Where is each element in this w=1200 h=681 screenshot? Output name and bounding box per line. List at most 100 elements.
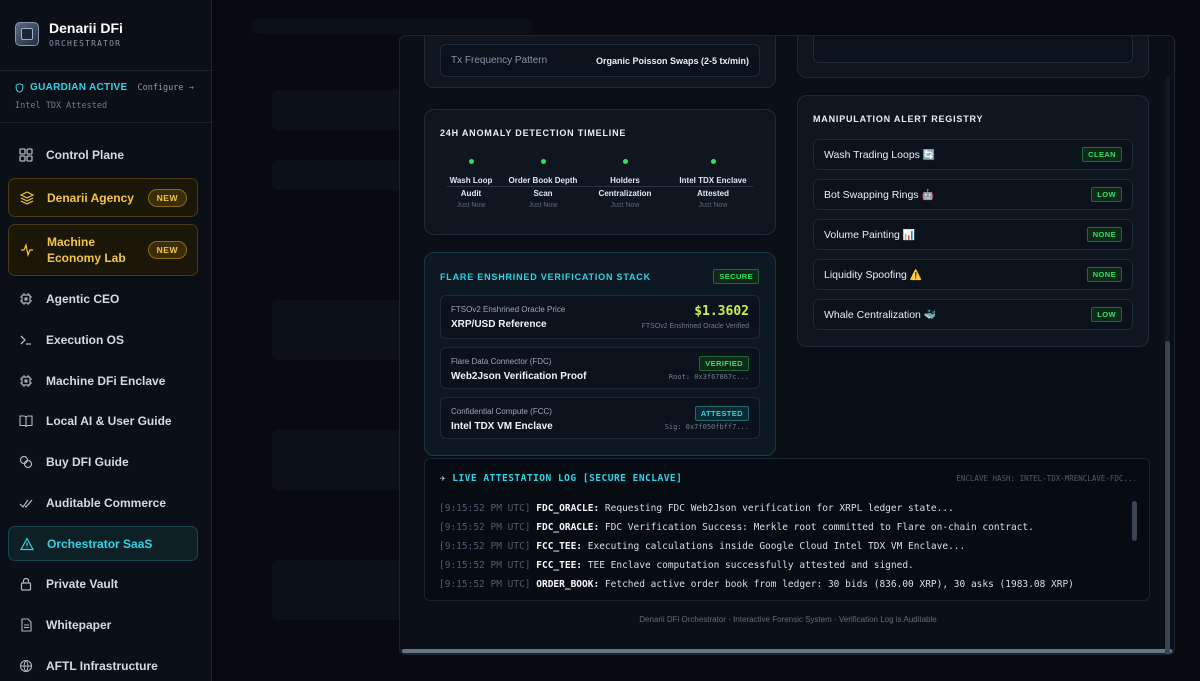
brand-subtitle: ORCHESTRATOR (49, 39, 122, 48)
oracle-price: $1.3602 (694, 304, 749, 319)
sidebar-item-label: Orchestrator SaaS (47, 536, 153, 551)
tx-frequency-label: Tx Frequency Pattern (451, 55, 548, 66)
alert-name: Wash Trading Loops (824, 148, 920, 161)
metrics-panel-right (797, 36, 1149, 78)
oracle-price-box: FTSOv2 Enshrined Oracle Price XRP/USD Re… (440, 295, 760, 339)
shield-icon (15, 82, 24, 93)
alert-row: Bot Swapping Rings 🤖 LOW (813, 179, 1133, 210)
sidebar-item-aftl-infrastructure[interactable]: AFTL Infrastructure (8, 655, 198, 677)
timeline-item: Order Book Depth Scan Just Now (503, 159, 583, 209)
horizontal-scrollbar[interactable] (400, 649, 1174, 654)
fcc-title: Intel TDX VM Enclave (451, 421, 553, 432)
metrics-panel: Tx Frequency Pattern Organic Poisson Swa… (424, 36, 776, 88)
brand[interactable]: Denarii DFi ORCHESTRATOR (15, 20, 123, 48)
alert-level-badge: LOW (1091, 187, 1122, 202)
timeline-label: Scan (533, 189, 553, 198)
timeline-label: Centralization (598, 189, 652, 198)
sidebar-item-machine-economy-lab[interactable]: Machine Economy Lab NEW (8, 224, 198, 276)
alert-row: Wash Trading Loops 🔄 CLEAN (813, 139, 1133, 170)
brand-logo-icon (15, 22, 39, 46)
fdc-root: Root: 0x3f67867c... (668, 373, 749, 381)
timeline-item: Holders Centralization Just Now (585, 159, 665, 209)
alert-registry-panel: MANIPULATION ALERT REGISTRY Wash Trading… (797, 95, 1149, 347)
timeline-time: Just Now (528, 202, 558, 209)
sidebar-item-agentic-ceo[interactable]: Agentic CEO (8, 288, 198, 310)
timeline-time: Just Now (610, 202, 640, 209)
book-icon (18, 413, 34, 429)
sidebar-item-label: Whitepaper (46, 618, 112, 632)
sidebar-item-label: Auditable Commerce (46, 496, 167, 510)
guardian-status: GUARDIAN ACTIVE Configure → Intel TDX At… (15, 82, 194, 111)
sidebar-item-machine-dfi-enclave[interactable]: Machine DFi Enclave (8, 370, 198, 392)
sidebar-item-label: Control Plane (46, 148, 125, 162)
fdc-title: Web2Json Verification Proof (451, 371, 587, 382)
vertical-scrollbar[interactable] (1165, 76, 1170, 654)
chip-icon (18, 291, 34, 307)
repeat-icon: 🔄 (922, 149, 936, 161)
log-line: [9:15:52 PM UTC] FCC_TEE: Executing calc… (439, 541, 966, 552)
anomaly-timeline-panel: 24H ANOMALY DETECTION TIMELINE Wash Loop… (424, 109, 776, 235)
timeline-title: 24H ANOMALY DETECTION TIMELINE (440, 128, 627, 138)
tx-frequency-row: Tx Frequency Pattern Organic Poisson Swa… (440, 44, 760, 77)
sidebar-item-auditable-commerce[interactable]: Auditable Commerce (8, 492, 198, 514)
timeline-label: Intel TDX Enclave (679, 176, 747, 185)
robot-icon: 🤖 (921, 189, 935, 201)
timeline-time: Just Now (456, 202, 486, 209)
document-icon (18, 617, 34, 633)
fcc-box: Confidential Compute (FCC) Intel TDX VM … (440, 397, 760, 439)
log-line: [9:15:52 PM UTC] ORDER_BOOK: Fetched act… (439, 579, 1074, 590)
sidebar-item-label: Denarii Agency (47, 190, 134, 205)
log-title: ✈ LIVE ATTESTATION LOG [SECURE ENCLAVE] (440, 473, 682, 484)
log-line: [9:15:52 PM UTC] FDC_ORACLE: Requesting … (439, 503, 954, 514)
lock-icon (18, 576, 34, 592)
sidebar-item-label: Buy DFI Guide (46, 455, 129, 469)
alert-name: Volume Painting (824, 228, 900, 241)
alert-row: Whale Centralization 🐳 LOW (813, 299, 1133, 330)
divider (0, 122, 211, 123)
satellite-icon: ✈ (440, 473, 447, 484)
pulse-icon (19, 242, 35, 258)
alert-name: Liquidity Spoofing (824, 268, 907, 281)
terminal-icon (18, 332, 34, 348)
sidebar-item-denarii-agency[interactable]: Denarii Agency NEW (8, 178, 198, 217)
modal-footer: Denarii DFi Orchestrator · Interactive F… (639, 615, 937, 624)
layers-icon (19, 190, 35, 206)
alert-row: Liquidity Spoofing ⚠️ NONE (813, 259, 1133, 290)
configure-link[interactable]: Configure → (137, 83, 193, 93)
alert-level-badge: LOW (1091, 307, 1122, 322)
sidebar-item-buy-dfi-guide[interactable]: Buy DFI Guide (8, 451, 198, 473)
sidebar-item-private-vault[interactable]: Private Vault (8, 573, 198, 595)
status-dot (710, 159, 716, 164)
log-scrollbar[interactable] (1132, 501, 1137, 541)
sidebar-item-label: Local AI & User Guide (46, 414, 172, 428)
guardian-active-label: GUARDIAN ACTIVE (30, 82, 128, 93)
verified-badge: VERIFIED (699, 356, 749, 371)
alert-level-badge: NONE (1086, 227, 1122, 242)
check-icon (18, 495, 34, 511)
fcc-signature: Sig: 0x7f050fbff7... (664, 423, 749, 431)
timeline-label: Holders (610, 176, 640, 185)
sidebar-item-control-plane[interactable]: Control Plane (8, 144, 198, 166)
attestation-log[interactable]: ✈ LIVE ATTESTATION LOG [SECURE ENCLAVE] E… (424, 458, 1150, 601)
chip-icon (18, 373, 34, 389)
enclave-hash: ENCLAVE HASH: INTEL-TDX-MRENCLAVE-FDC... (956, 474, 1137, 483)
sidebar-item-label: Machine Economy Lab (47, 235, 126, 265)
sidebar-item-whitepaper[interactable]: Whitepaper (8, 614, 198, 636)
alert-level-badge: CLEAN (1082, 147, 1122, 162)
new-badge: NEW (147, 188, 187, 207)
sidebar-item-local-ai-guide[interactable]: Local AI & User Guide (8, 410, 198, 432)
tx-frequency-value: Organic Poisson Swaps (2-5 tx/min) (595, 55, 749, 66)
sidebar-item-execution-os[interactable]: Execution OS (8, 329, 198, 351)
oracle-pair: XRP/USD Reference (451, 319, 547, 330)
timeline-item: Wash Loop Audit Just Now (431, 159, 511, 209)
log-line: [9:15:52 PM UTC] FCC_TEE: TEE Enclave co… (439, 560, 914, 571)
fdc-box: Flare Data Connector (FDC) Web2Json Veri… (440, 347, 760, 389)
sidebar-item-orchestrator-saas[interactable]: Orchestrator SaaS (8, 526, 198, 561)
warning-icon (19, 536, 35, 552)
coins-icon (18, 454, 34, 470)
oracle-note: FTSOv2 Enshrined Oracle Verified (641, 323, 749, 330)
new-badge: NEW (147, 241, 187, 259)
divider (0, 70, 211, 71)
timeline-time: Just Now (698, 202, 728, 209)
status-dot (468, 159, 474, 164)
